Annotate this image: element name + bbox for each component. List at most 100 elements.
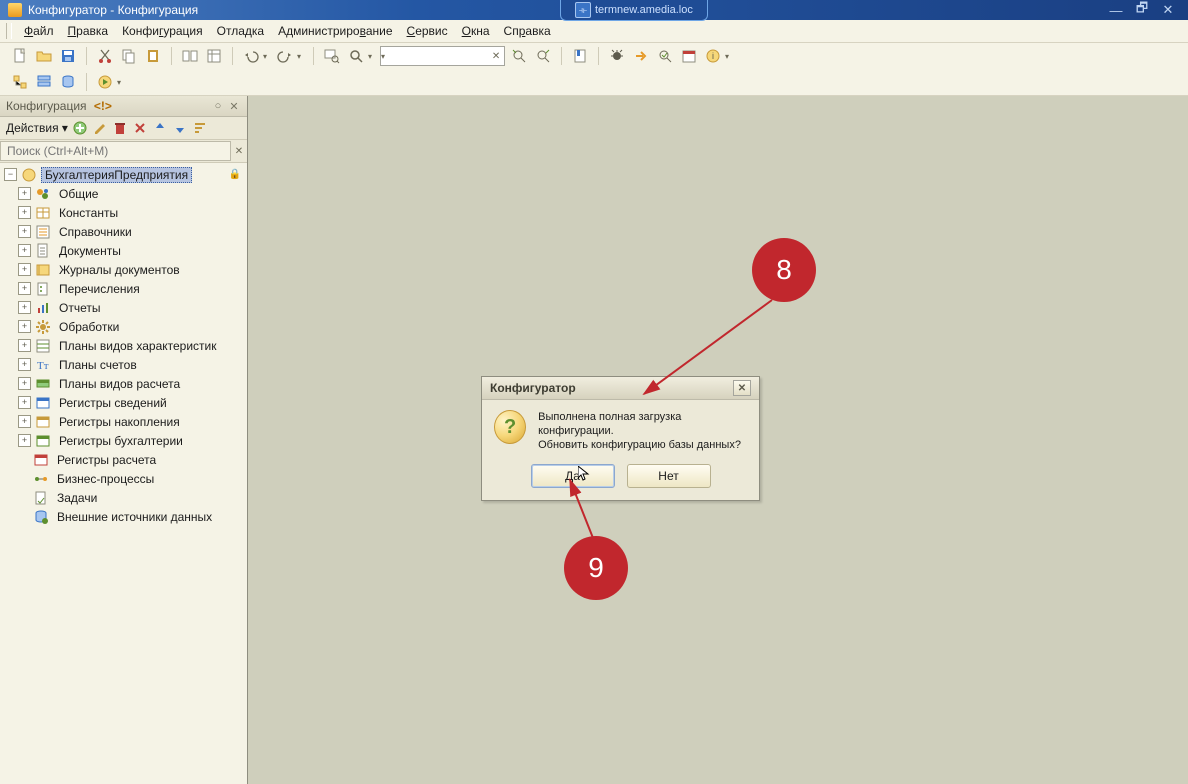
undo-caret[interactable]: ▾ [263, 52, 267, 61]
menu-edit[interactable]: Правка [62, 22, 115, 40]
tree-node[interactable]: +Регистры сведений [14, 393, 247, 412]
run-1c-icon[interactable] [95, 72, 115, 92]
find-next-icon[interactable] [533, 46, 553, 66]
dock-move-down-icon[interactable] [172, 120, 188, 136]
compare-icon[interactable] [180, 46, 200, 66]
dialog-yes-button[interactable]: Да [531, 464, 615, 488]
dock-search-input[interactable] [0, 141, 231, 161]
dock-actions-button[interactable]: Действия ▾ [6, 121, 68, 135]
run-caret[interactable]: ▾ [117, 78, 121, 87]
tree-node[interactable]: +Отчеты [14, 298, 247, 317]
expander-icon[interactable]: − [4, 168, 17, 181]
syntax-check-icon[interactable] [655, 46, 675, 66]
dock-close-icon[interactable]: ✕ [227, 100, 241, 113]
tree-node[interactable]: +Планы видов характеристик [14, 336, 247, 355]
dialog-close-icon[interactable]: ✕ [733, 380, 751, 396]
new-file-icon[interactable] [10, 46, 30, 66]
pin-icon[interactable]: ⟛ [575, 2, 591, 18]
search-icon[interactable] [346, 46, 366, 66]
config-tree-icon[interactable] [10, 72, 30, 92]
tree-node[interactable]: Задачи [14, 488, 247, 507]
menu-admin[interactable]: Администрирование [272, 22, 398, 40]
expander-icon[interactable]: + [18, 358, 31, 371]
dialog-no-button[interactable]: Нет [627, 464, 711, 488]
toolbar-search-box[interactable]: ▾ ✕ [380, 46, 505, 66]
debug-start-icon[interactable] [607, 46, 627, 66]
calendar-icon[interactable] [679, 46, 699, 66]
menu-file[interactable]: Файл [18, 22, 60, 40]
expander-icon[interactable]: + [18, 282, 31, 295]
tree-node[interactable]: Внешние источники данных [14, 507, 247, 526]
expander-icon[interactable]: + [18, 320, 31, 333]
expander-icon[interactable]: + [18, 301, 31, 314]
menu-service[interactable]: Сервис [401, 22, 454, 40]
expander-icon[interactable]: + [18, 339, 31, 352]
search-caret[interactable]: ▾ [368, 52, 372, 61]
undo-icon[interactable] [241, 46, 261, 66]
help-icon[interactable]: i [703, 46, 723, 66]
tree-node[interactable]: +Регистры накопления [14, 412, 247, 431]
tree-node-label: Бизнес-процессы [53, 471, 158, 487]
open-db-icon[interactable] [34, 72, 54, 92]
expander-icon[interactable]: + [18, 396, 31, 409]
tree-node[interactable]: +Журналы документов [14, 260, 247, 279]
template-icon[interactable] [204, 46, 224, 66]
sep-4 [313, 47, 314, 65]
tree-node[interactable]: +ТтПланы счетов [14, 355, 247, 374]
menu-windows[interactable]: Окна [456, 22, 496, 40]
minimize-button[interactable]: — [1108, 3, 1124, 18]
help-caret[interactable]: ▾ [725, 52, 729, 61]
remote-host-tab[interactable]: ⟛ termnew.amedia.loc [560, 0, 708, 21]
dock-sort-icon[interactable] [192, 120, 208, 136]
expander-icon[interactable]: + [18, 263, 31, 276]
tree-node[interactable]: +Общие [14, 184, 247, 203]
tree-root[interactable]: − БухгалтерияПредприятия 🔒 [0, 165, 247, 184]
menu-config[interactable]: Конфигурация [116, 22, 209, 40]
dock-delete-icon[interactable] [112, 120, 128, 136]
expander-icon[interactable]: + [18, 377, 31, 390]
doc-icon [35, 243, 51, 259]
open-file-icon[interactable] [34, 46, 54, 66]
tree-node[interactable]: +Планы видов расчета [14, 374, 247, 393]
dock-pin-icon[interactable]: ○ [211, 100, 225, 113]
paste-icon[interactable] [143, 46, 163, 66]
save-icon[interactable] [58, 46, 78, 66]
maximize-button[interactable]: 🗗 [1134, 0, 1150, 21]
config-tree[interactable]: − БухгалтерияПредприятия 🔒 +Общие+Конста… [0, 163, 247, 784]
expander-icon[interactable]: + [18, 225, 31, 238]
search-clear-icon[interactable]: ✕ [488, 51, 504, 62]
expander-icon[interactable]: + [18, 206, 31, 219]
tree-node[interactable]: Бизнес-процессы [14, 469, 247, 488]
dialog-titlebar[interactable]: Конфигуратор ✕ [482, 377, 759, 400]
expander-icon[interactable]: + [18, 244, 31, 257]
debug-step-icon[interactable] [631, 46, 651, 66]
tree-node[interactable]: +Перечисления [14, 279, 247, 298]
dock-edit-icon[interactable] [92, 120, 108, 136]
bookmark-icon[interactable] [570, 46, 590, 66]
update-db-icon[interactable] [58, 72, 78, 92]
tree-node[interactable]: +Регистры бухгалтерии [14, 431, 247, 450]
menu-debug[interactable]: Отладка [211, 22, 270, 40]
tree-node[interactable]: +Справочники [14, 222, 247, 241]
close-button[interactable]: ✕ [1160, 2, 1176, 18]
tree-node[interactable]: Регистры расчета [14, 450, 247, 469]
expander-icon[interactable]: + [18, 415, 31, 428]
search-dropdown-icon[interactable]: ▾ [381, 52, 385, 61]
dock-search-clear-icon[interactable]: ✕ [231, 146, 247, 157]
menu-help[interactable]: Справка [498, 22, 557, 40]
reg-calc-icon [33, 452, 49, 468]
find-in-config-icon[interactable] [322, 46, 342, 66]
copy-icon[interactable] [119, 46, 139, 66]
find-prev-icon[interactable] [509, 46, 529, 66]
dock-move-up-icon[interactable] [152, 120, 168, 136]
tree-node[interactable]: +Обработки [14, 317, 247, 336]
dock-add-icon[interactable] [72, 120, 88, 136]
redo-icon[interactable] [275, 46, 295, 66]
tree-node[interactable]: +Документы [14, 241, 247, 260]
cut-icon[interactable] [95, 46, 115, 66]
tree-node[interactable]: +Константы [14, 203, 247, 222]
expander-icon[interactable]: + [18, 434, 31, 447]
dock-close-x-icon[interactable] [132, 120, 148, 136]
redo-caret[interactable]: ▾ [297, 52, 301, 61]
expander-icon[interactable]: + [18, 187, 31, 200]
